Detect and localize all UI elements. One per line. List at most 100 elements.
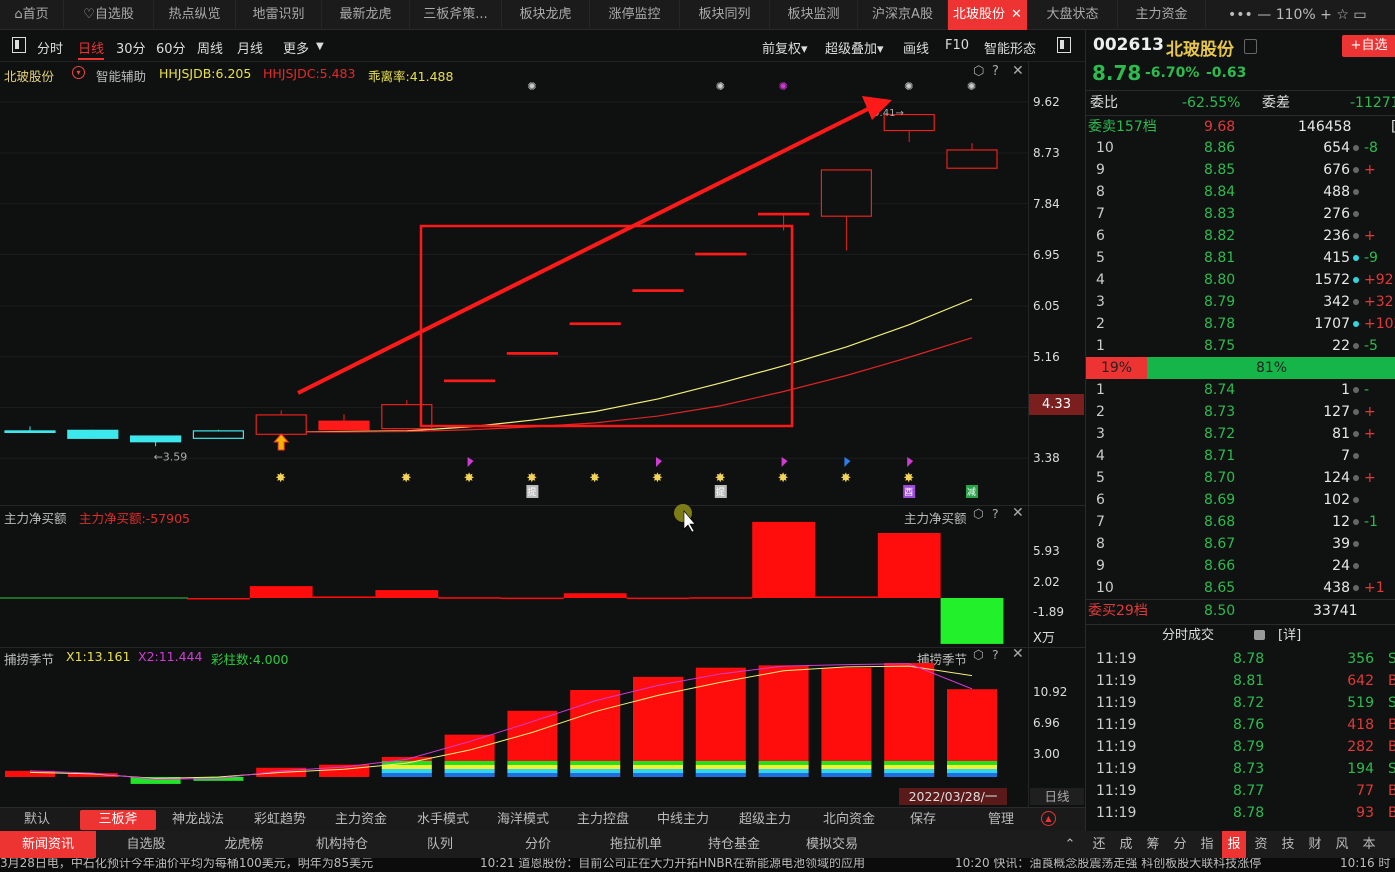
monitor-icon[interactable]: ▭ bbox=[1353, 7, 1366, 23]
tab-13[interactable]: 主力资金 bbox=[1118, 0, 1206, 30]
ask-row[interactable]: 10 8.86 654 -8 bbox=[1086, 137, 1395, 159]
template-tab-0[interactable]: 默认 bbox=[0, 808, 74, 832]
template-tab-1[interactable]: 三板斧 bbox=[80, 810, 156, 830]
news-tab-0[interactable]: 新闻资讯 bbox=[0, 831, 96, 858]
toolbar-right-1[interactable]: 超级叠加▾ bbox=[825, 38, 884, 57]
tab-0[interactable]: ⌂首页 bbox=[0, 0, 64, 30]
template-tab-3[interactable]: 彩虹趋势 bbox=[240, 808, 320, 832]
tab-9[interactable]: 板块监测 bbox=[770, 0, 858, 30]
ask-row[interactable]: 3 8.79 342 +32 bbox=[1086, 291, 1395, 313]
news-tab-1[interactable]: 自选股 bbox=[98, 831, 194, 858]
period-tab-5[interactable]: 月线 bbox=[237, 38, 263, 57]
period-tab-6[interactable]: 更多 bbox=[283, 38, 309, 57]
template-tab-9[interactable]: 超级主力 bbox=[722, 808, 808, 832]
period-tab-1[interactable]: 日线 bbox=[78, 38, 105, 60]
tab-4[interactable]: 最新龙虎 bbox=[322, 0, 410, 30]
period-tab-3[interactable]: 60分 bbox=[156, 38, 186, 57]
news-tab-6[interactable]: 拖拉机单 bbox=[588, 831, 684, 858]
news-tab-4[interactable]: 队列 bbox=[392, 831, 488, 858]
tab-6[interactable]: 板块龙虎 bbox=[502, 0, 590, 30]
template-tab-2[interactable]: 神龙战法 bbox=[158, 808, 238, 832]
chart-area[interactable]: 北玻股份 ▾ 智能辅助 HHJSJDB:6.205 HHJSJDC:5.483 … bbox=[0, 62, 1085, 807]
template-tab-10[interactable]: 北向资金 bbox=[808, 808, 890, 832]
news-tab-5[interactable]: 分价 bbox=[490, 831, 586, 858]
side-tab-2[interactable]: 筹 bbox=[1141, 831, 1165, 858]
ask-row[interactable]: 4 8.80 1572 +92 bbox=[1086, 269, 1395, 291]
period-tab-0[interactable]: 分时 bbox=[37, 38, 63, 57]
template-tab-6[interactable]: 海洋模式 bbox=[484, 808, 562, 832]
bid-row[interactable]: 4 8.71 7 bbox=[1086, 445, 1395, 467]
panel-toggle-icon[interactable] bbox=[1057, 37, 1071, 53]
tab-12[interactable]: 大盘状态 bbox=[1028, 0, 1118, 30]
more-button[interactable]: ••• bbox=[1228, 7, 1253, 23]
bid-row[interactable]: 2 8.73 127 + bbox=[1086, 401, 1395, 423]
ask-row[interactable]: 7 8.83 276 bbox=[1086, 203, 1395, 225]
template-tab-8[interactable]: 中线主力 bbox=[644, 808, 722, 832]
template-tab-5[interactable]: 水手模式 bbox=[404, 808, 482, 832]
tab-10[interactable]: 沪深京A股 bbox=[858, 0, 948, 30]
toolbar-right-0[interactable]: 前复权▾ bbox=[762, 38, 808, 57]
template-tab-11[interactable]: 保存 bbox=[892, 808, 954, 832]
side-tab-0[interactable]: 还 bbox=[1087, 831, 1111, 858]
bid-row[interactable]: 10 8.65 438 +1 bbox=[1086, 577, 1395, 599]
toolbar-right-3[interactable]: F10 bbox=[945, 38, 969, 53]
zoom-out-button[interactable]: — bbox=[1257, 7, 1271, 23]
tab-5[interactable]: 三板斧策... bbox=[410, 0, 502, 30]
star-icon[interactable]: ☆ bbox=[1336, 7, 1349, 23]
collapse-up-icon[interactable]: ▲ bbox=[1041, 811, 1056, 826]
side-tab-7[interactable]: 技 bbox=[1276, 831, 1300, 858]
trades-detail-link[interactable]: [详] bbox=[1278, 625, 1301, 647]
side-tab-9[interactable]: 风 bbox=[1330, 831, 1354, 858]
news-ticker[interactable]: 3月28日电，中石化预计今年油价平均为每桶100美元，明年为85美元 10:21 … bbox=[0, 858, 1395, 872]
ask-row[interactable]: 6 8.82 236 + bbox=[1086, 225, 1395, 247]
chevron-down-icon[interactable]: ▼ bbox=[316, 41, 324, 52]
bid-row[interactable]: 7 8.68 12 -1 bbox=[1086, 511, 1395, 533]
template-tab-12[interactable]: 管理 bbox=[966, 808, 1036, 832]
period-tab-2[interactable]: 30分 bbox=[116, 38, 146, 57]
ask-row[interactable]: 2 8.78 1707 +102 bbox=[1086, 313, 1395, 335]
layout-toggle-icon[interactable] bbox=[12, 37, 26, 53]
news-tab-2[interactable]: 龙虎榜 bbox=[196, 831, 292, 858]
toolbar-right-4[interactable]: 智能形态 bbox=[984, 38, 1036, 57]
bid-row[interactable]: 8 8.67 39 bbox=[1086, 533, 1395, 555]
side-tab-1[interactable]: 成 bbox=[1114, 831, 1138, 858]
template-tab-7[interactable]: 主力控盘 bbox=[562, 808, 644, 832]
tab-3[interactable]: 地雷识别 bbox=[236, 0, 322, 30]
side-tab-3[interactable]: 分 bbox=[1168, 831, 1192, 858]
lock-icon[interactable] bbox=[1254, 630, 1265, 640]
news-headline[interactable]: 3月28日电，中石化预计今年油价平均为每桶100美元，明年为85美元 bbox=[0, 858, 373, 872]
side-tab-6[interactable]: 资 bbox=[1249, 831, 1273, 858]
bid-row[interactable]: 1 8.74 1- bbox=[1086, 379, 1395, 401]
toolbar-right-2[interactable]: 画线 bbox=[903, 38, 929, 57]
chevron-up-icon[interactable]: ⌃ bbox=[1062, 831, 1078, 858]
close-tab-icon[interactable]: ✕ bbox=[1011, 7, 1022, 22]
news-headline[interactable]: 10:21 道恩股份：目前公司正在大力开拓HNBR在新能源电池领域的应用 bbox=[480, 858, 865, 872]
ask-row[interactable]: 5 8.81 415 -9 bbox=[1086, 247, 1395, 269]
tab-2[interactable]: 热点纵览 bbox=[154, 0, 236, 30]
side-tab-10[interactable]: 本 bbox=[1357, 831, 1381, 858]
add-watchlist-button[interactable]: +自选 bbox=[1342, 35, 1395, 57]
bid-row[interactable]: 9 8.66 24 bbox=[1086, 555, 1395, 577]
ask-row[interactable]: 8 8.84 488 bbox=[1086, 181, 1395, 203]
ask-row[interactable]: 9 8.85 676 + bbox=[1086, 159, 1395, 181]
tab-1[interactable]: ♡自选股 bbox=[64, 0, 154, 30]
bid-row[interactable]: 6 8.69 102 bbox=[1086, 489, 1395, 511]
side-tab-4[interactable]: 指 bbox=[1195, 831, 1219, 858]
template-tab-4[interactable]: 主力资金 bbox=[320, 808, 402, 832]
news-headline[interactable]: 10:20 快讯：油莨概念股震荡走强 科创板股大联科技涨停 bbox=[955, 858, 1261, 872]
zoom-in-button[interactable]: + bbox=[1320, 7, 1332, 23]
period-tab-4[interactable]: 周线 bbox=[197, 38, 223, 57]
bid-row[interactable]: 5 8.70 124 + bbox=[1086, 467, 1395, 489]
news-tab-3[interactable]: 机构持仓 bbox=[294, 831, 390, 858]
alert-bell-icon[interactable] bbox=[1244, 39, 1257, 54]
news-tab-7[interactable]: 持仓基金 bbox=[686, 831, 782, 858]
news-tab-8[interactable]: 模拟交易 bbox=[784, 831, 880, 858]
side-tab-5[interactable]: 报 bbox=[1222, 831, 1246, 858]
side-tab-8[interactable]: 财 bbox=[1303, 831, 1327, 858]
tab-8[interactable]: 板块同列 bbox=[680, 0, 770, 30]
news-headline[interactable]: 10:16 时 bbox=[1340, 858, 1390, 872]
tab-7[interactable]: 涨停监控 bbox=[590, 0, 680, 30]
tab-11[interactable]: 北玻股份 ✕ bbox=[948, 0, 1028, 30]
chart-canvas[interactable]: 9.41→←3.59✸ ✸ ✸ ✸ ✸ ✸ ✸ ✸ ✸ ✸提提酉减✺ ✺ ✺ ✺ ✺ bbox=[0, 62, 1085, 807]
ask-row[interactable]: 1 8.75 22 -5 bbox=[1086, 335, 1395, 357]
